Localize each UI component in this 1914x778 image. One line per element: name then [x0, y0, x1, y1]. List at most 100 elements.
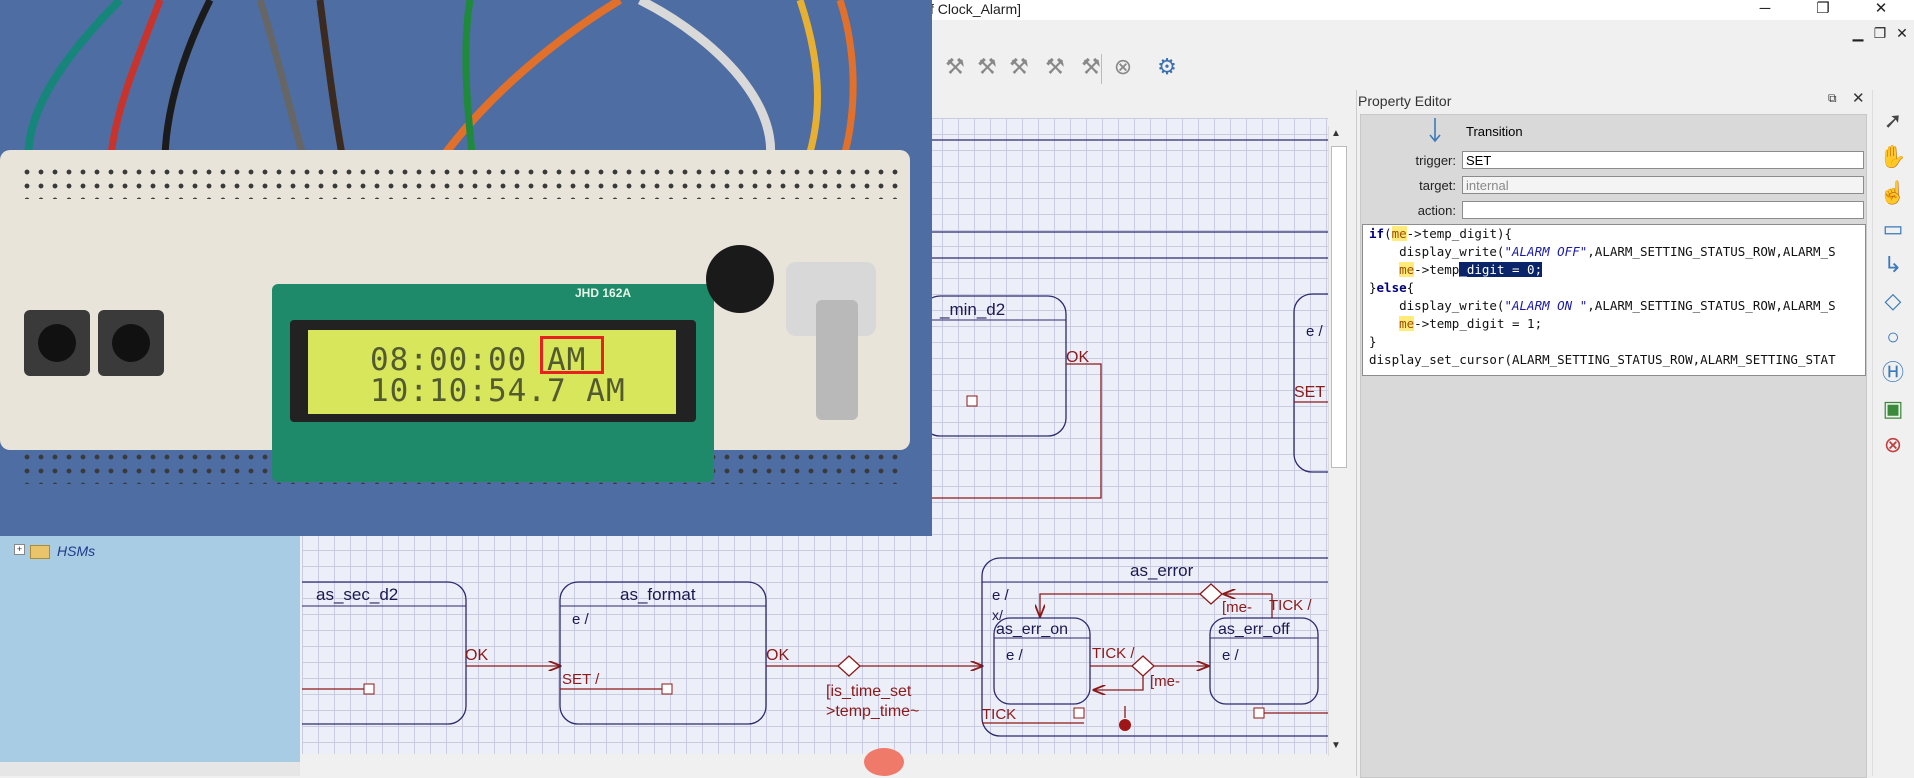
- code-line: }: [1369, 334, 1377, 349]
- code-token: (: [1384, 226, 1392, 241]
- state-name: as_err_off: [1218, 621, 1290, 638]
- entry-action: e /: [1222, 647, 1240, 664]
- code-line: me->temp_digit = 1;: [1369, 315, 1865, 333]
- code-token: ->temp: [1414, 262, 1460, 277]
- entry-action: e /: [992, 587, 1010, 604]
- code-line: display_write("ALARM ON ",ALARM_SETTING_…: [1369, 297, 1865, 315]
- build-hammer-icon[interactable]: ⚒: [1004, 52, 1034, 82]
- tree-scrollbar[interactable]: [0, 762, 300, 776]
- transition-choice-path: [1094, 676, 1144, 690]
- code-token: display_write(: [1369, 244, 1505, 259]
- entry-action: e /: [1006, 647, 1024, 664]
- minimize-button[interactable]: ─: [1742, 0, 1788, 20]
- scroll-up-icon[interactable]: ▲: [1331, 128, 1341, 139]
- action-code-editor[interactable]: if(me->temp_digit){ display_write("ALARM…: [1362, 224, 1866, 376]
- potentiometer-knob: [816, 300, 858, 420]
- code-token: ,ALARM_SETTING_STATUS_ROW,ALARM_S: [1587, 298, 1836, 313]
- action-label: action:: [1417, 203, 1456, 218]
- hand-cursor-icon[interactable]: ☝: [1876, 178, 1910, 208]
- transition-label: SET: [1294, 384, 1325, 401]
- history-marker: [966, 395, 978, 407]
- state-name: as_format: [620, 585, 696, 604]
- code-token: me: [1399, 262, 1415, 277]
- trigger-field[interactable]: SET: [1462, 151, 1864, 169]
- state-name: as_sec_d2: [316, 585, 398, 604]
- transition-choice-path: [1040, 593, 1200, 616]
- build-hammer-icon[interactable]: ⚒: [940, 52, 970, 82]
- code-token: {: [1406, 280, 1415, 295]
- close-panel-icon[interactable]: ✕: [1852, 89, 1865, 107]
- code-line: }else{: [1369, 279, 1865, 297]
- code-token: if: [1369, 226, 1385, 241]
- breadboard-holes: [20, 165, 900, 199]
- cursor-highlight: [864, 748, 904, 776]
- final-icon[interactable]: ⊗: [1876, 430, 1910, 460]
- push-button-cap: [112, 324, 150, 362]
- code-selection: _digit = 0;: [1459, 262, 1543, 277]
- code-string: "ALARM ON ": [1504, 298, 1588, 313]
- float-panel-icon[interactable]: ⧉: [1828, 91, 1837, 106]
- initial-pseudostate: [1119, 719, 1131, 731]
- tree-item-hsms[interactable]: HSMs: [57, 543, 95, 559]
- transition-guard: >temp_time~: [826, 703, 919, 720]
- mdi-close-button[interactable]: ✕: [1892, 26, 1912, 42]
- code-token: me: [1399, 316, 1415, 331]
- target-label: target:: [1419, 178, 1456, 193]
- history-marker: [661, 683, 673, 695]
- buzzer: [706, 245, 774, 313]
- code-token: ->temp_digit = 1;: [1414, 316, 1543, 331]
- push-button-cap: [38, 324, 76, 362]
- code-line: display_write("ALARM OFF",ALARM_SETTING_…: [1369, 243, 1865, 261]
- scrollbar-thumb[interactable]: [1331, 146, 1347, 468]
- build-hammer-icon[interactable]: ⚒: [1040, 52, 1070, 82]
- element-type: Transition: [1466, 124, 1523, 139]
- state-name: as_err_on: [996, 621, 1068, 638]
- submachine-icon[interactable]: ▣: [1876, 394, 1910, 424]
- state-right-partial: [1293, 293, 1328, 473]
- transition-label: TICK /: [1269, 597, 1312, 614]
- mdi-restore-button[interactable]: ❐: [1870, 26, 1890, 42]
- maximize-button[interactable]: ❐: [1800, 0, 1846, 20]
- history-marker: [1253, 707, 1265, 719]
- choice-icon[interactable]: ◇: [1876, 286, 1910, 316]
- transition-icon[interactable]: ↳: [1876, 250, 1910, 280]
- entry-action: e /: [572, 611, 590, 628]
- transition-guard: [is_time_set: [826, 683, 912, 700]
- property-editor-title: Property Editor: [1358, 93, 1452, 109]
- transition-guard: [me-: [1150, 673, 1180, 690]
- history-icon[interactable]: Ⓗ: [1876, 358, 1910, 388]
- toolbar-separator: [1101, 54, 1102, 84]
- code-line: display_set_cursor(ALARM_SETTING_STATUS_…: [1369, 352, 1836, 367]
- scroll-down-icon[interactable]: ▼: [1331, 740, 1341, 751]
- state-icon[interactable]: ▭: [1876, 214, 1910, 244]
- state-as-error: [981, 557, 1328, 737]
- video-overlay: JHD 162A 08:00:00 AM 10:10:54.7 AM: [0, 0, 932, 536]
- stop-icon[interactable]: ⊗: [1108, 52, 1138, 82]
- initial-icon[interactable]: ○: [1876, 322, 1910, 352]
- code-token: display_write(: [1369, 298, 1505, 313]
- transition-label: OK: [766, 647, 789, 664]
- action-field[interactable]: [1462, 201, 1864, 219]
- tree-expander-icon[interactable]: +: [14, 544, 25, 555]
- canvas-horizontal-scrollbar[interactable]: [310, 756, 1330, 774]
- target-field[interactable]: internal: [1462, 176, 1864, 194]
- build-settings-icon[interactable]: ⚙: [1152, 52, 1182, 82]
- trigger-label: trigger:: [1415, 153, 1456, 168]
- code-line: if(me->temp_digit){: [1369, 225, 1865, 243]
- project-tree: [0, 536, 300, 766]
- code-token: ,ALARM_SETTING_STATUS_ROW,ALARM_S: [1587, 244, 1836, 259]
- window-title: f Clock_Alarm]: [930, 1, 1022, 17]
- transition-label: TICK /: [1092, 645, 1135, 662]
- close-button[interactable]: ✕: [1858, 0, 1904, 20]
- pan-hand-icon[interactable]: ✋: [1876, 142, 1910, 172]
- lcd-highlight-box: [540, 336, 604, 374]
- build-hammer-icon[interactable]: ⚒: [972, 52, 1002, 82]
- select-arrow-icon[interactable]: ➚: [1876, 106, 1910, 136]
- choice-diamond: [1199, 583, 1223, 605]
- mdi-minimize-button[interactable]: ▁: [1848, 26, 1868, 42]
- transition-label: OK: [465, 647, 488, 664]
- transition-guard: [me-: [1222, 599, 1252, 616]
- code-token: ->temp_digit){: [1406, 226, 1513, 241]
